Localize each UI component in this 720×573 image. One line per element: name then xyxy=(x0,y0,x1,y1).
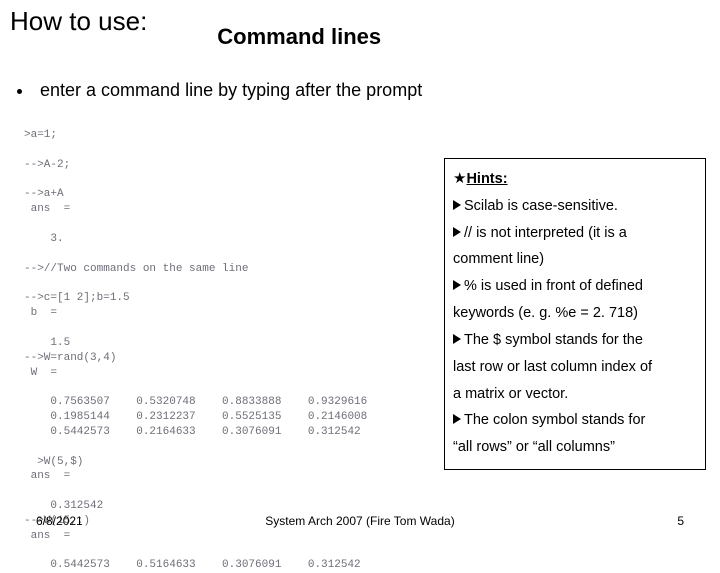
hint-item-cont: comment line) xyxy=(453,246,697,273)
chevron-right-icon xyxy=(453,227,461,237)
scilab-console-output: >a=1; -->A-2; -->a+A ans = 3. -->//Two c… xyxy=(24,128,424,573)
chevron-right-icon xyxy=(453,280,461,290)
hint-item: % is used in front of defined xyxy=(464,278,643,294)
how-to-use-heading: How to use: xyxy=(10,6,147,37)
instruction-item: enter a command line by typing after the… xyxy=(34,80,720,101)
chevron-right-icon xyxy=(453,334,461,344)
chevron-right-icon xyxy=(453,414,461,424)
footer-course: System Arch 2007 (Fire Tom Wada) xyxy=(0,514,720,528)
hints-heading: Hints: xyxy=(466,171,507,187)
star-icon: ★ xyxy=(453,170,466,187)
command-lines-heading: Command lines xyxy=(217,24,381,50)
hint-item: Scilab is case-sensitive. xyxy=(464,198,618,214)
hint-item: The $ symbol stands for the xyxy=(464,332,643,348)
hint-item-cont: “all rows” or “all columns” xyxy=(453,434,697,461)
hint-item: // is not interpreted (it is a xyxy=(464,225,627,241)
footer-date: 6/8/2021 xyxy=(36,514,83,528)
chevron-right-icon xyxy=(453,200,461,210)
slide-footer: 6/8/2021 System Arch 2007 (Fire Tom Wada… xyxy=(0,514,720,528)
hint-item-cont: a matrix or vector. xyxy=(453,381,697,408)
hint-item-cont: last row or last column index of xyxy=(453,354,697,381)
hints-box: ★Hints: Scilab is case-sensitive. // is … xyxy=(444,158,706,470)
instruction-list: enter a command line by typing after the… xyxy=(34,80,720,101)
hint-item-cont: keywords (e. g. %e = 2. 718) xyxy=(453,300,697,327)
hint-item: The colon symbol stands for xyxy=(464,412,645,428)
page-number: 5 xyxy=(677,514,684,528)
